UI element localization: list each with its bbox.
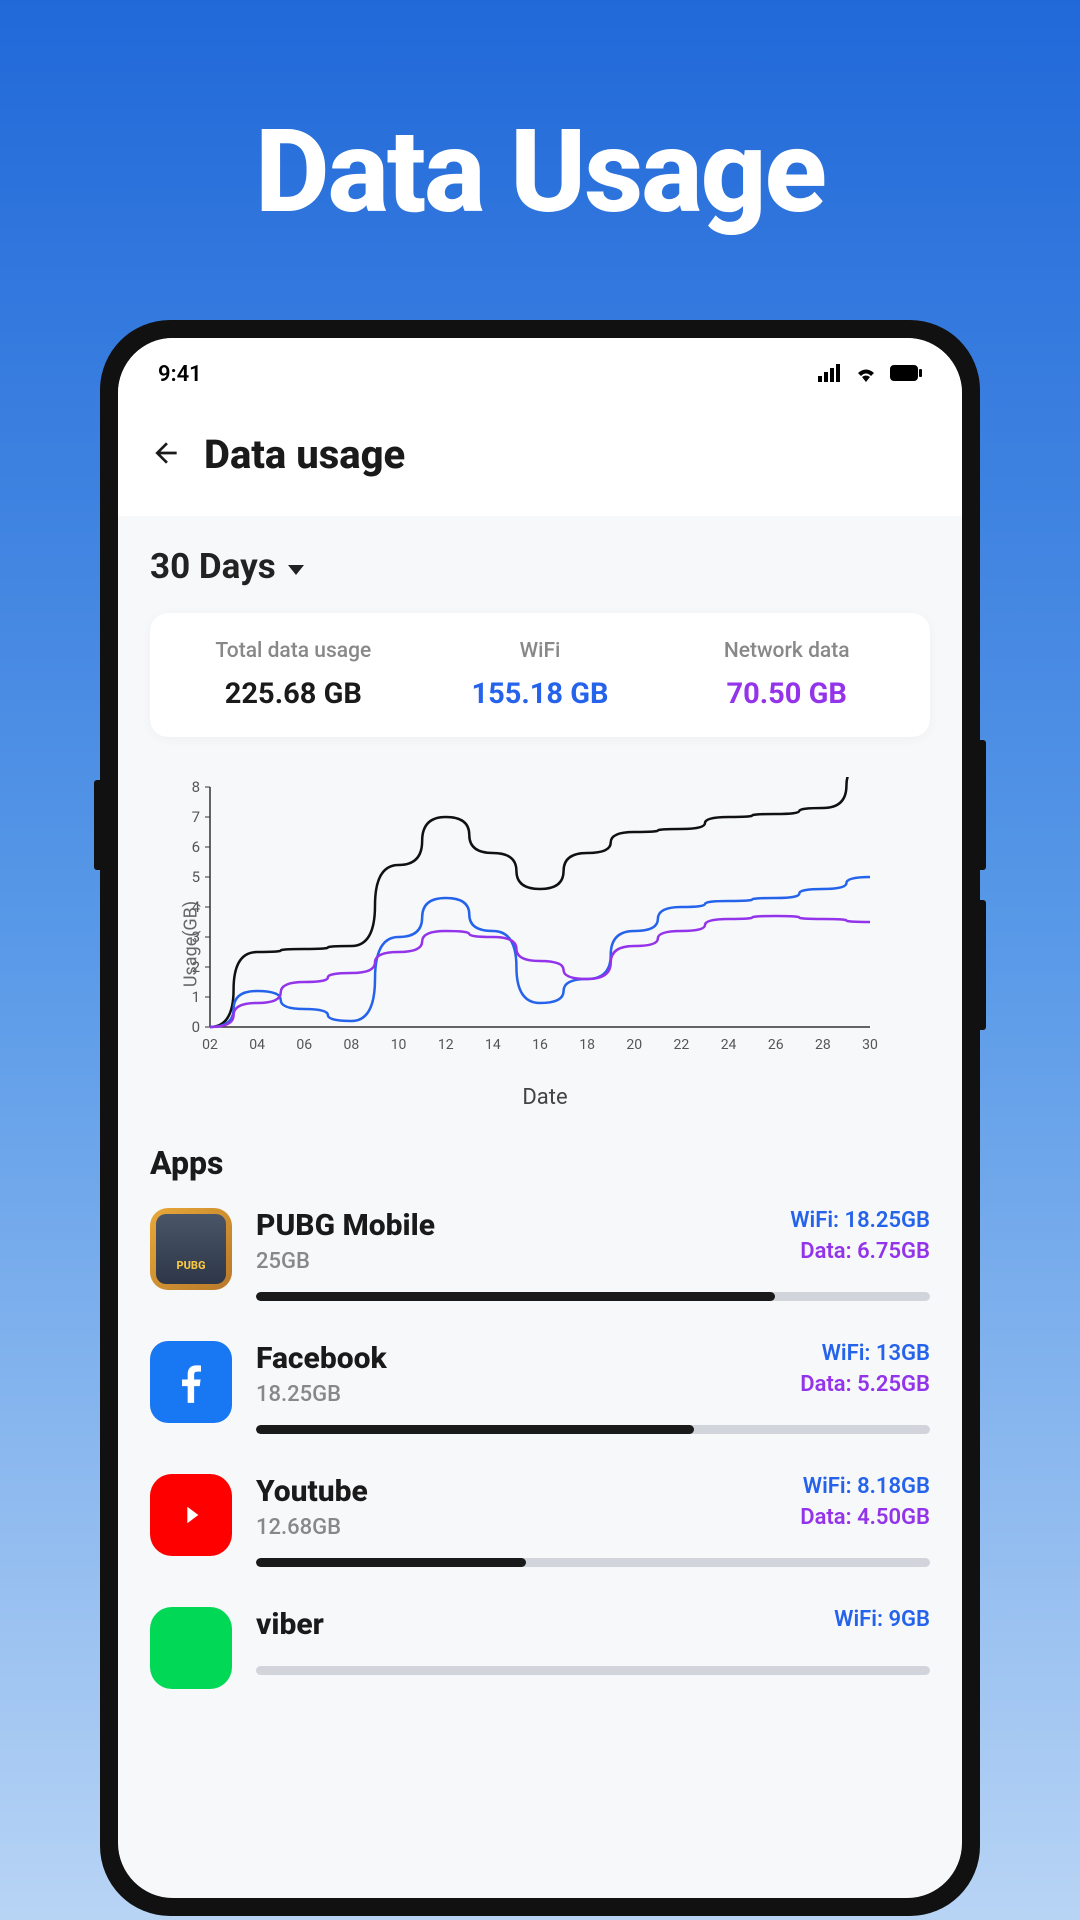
back-button[interactable] — [150, 437, 182, 473]
chart-xlabel: Date — [160, 1085, 930, 1110]
status-time: 9:41 — [158, 362, 202, 387]
svg-text:7: 7 — [192, 808, 200, 826]
app-total: 18.25GB — [256, 1382, 387, 1407]
apps-list: PUBG Mobile 25GB WiFi: 18.25GB Data: 6.7… — [150, 1208, 930, 1689]
summary-network-label: Network data — [663, 639, 910, 663]
progress-bar — [256, 1558, 930, 1567]
app-wifi: WiFi: 8.18GB — [800, 1474, 930, 1499]
app-info: viber WiFi: 9GB — [256, 1607, 930, 1689]
app-info: PUBG Mobile 25GB WiFi: 18.25GB Data: 6.7… — [256, 1208, 930, 1301]
battery-icon — [890, 365, 922, 385]
progress-bar — [256, 1425, 930, 1434]
svg-text:24: 24 — [721, 1037, 737, 1053]
svg-text:0: 0 — [192, 1018, 200, 1036]
app-data: Data: 4.50GB — [800, 1505, 930, 1530]
phone-side-button — [94, 780, 100, 870]
svg-text:08: 08 — [344, 1037, 360, 1053]
svg-text:30: 30 — [862, 1037, 878, 1053]
status-icons — [818, 364, 922, 386]
app-data: Data: 6.75GB — [790, 1239, 930, 1264]
svg-text:8: 8 — [192, 778, 200, 796]
app-info: Facebook 18.25GB WiFi: 13GB Data: 5.25GB — [256, 1341, 930, 1434]
svg-text:10: 10 — [391, 1037, 407, 1053]
hero-title: Data Usage — [0, 0, 1080, 240]
usage-chart: Usage(GB) 012345678020406081012141618202… — [160, 777, 930, 1110]
content-area: 30 Days Total data usage 225.68 GB WiFi … — [118, 516, 962, 1689]
wifi-icon — [854, 364, 878, 386]
app-row[interactable]: Youtube 12.68GB WiFi: 8.18GB Data: 4.50G… — [150, 1474, 930, 1567]
summary-wifi-value: 155.18 GB — [417, 677, 664, 711]
apps-section-title: Apps — [150, 1144, 930, 1182]
summary-network: Network data 70.50 GB — [663, 639, 910, 711]
svg-text:02: 02 — [202, 1037, 218, 1053]
app-name: Facebook — [256, 1341, 387, 1376]
svg-text:28: 28 — [815, 1037, 831, 1053]
period-selector[interactable]: 30 Days — [150, 546, 930, 587]
phone-screen: 9:41 Data usage 30 Days — [118, 338, 962, 1898]
svg-text:20: 20 — [626, 1037, 642, 1053]
app-wifi: WiFi: 18.25GB — [790, 1208, 930, 1233]
svg-text:6: 6 — [192, 838, 200, 856]
svg-text:16: 16 — [532, 1037, 548, 1053]
app-header: Data usage — [118, 401, 962, 516]
app-row[interactable]: PUBG Mobile 25GB WiFi: 18.25GB Data: 6.7… — [150, 1208, 930, 1301]
svg-text:06: 06 — [296, 1037, 312, 1053]
chart-ylabel: Usage(GB) — [181, 900, 202, 986]
app-wifi: WiFi: 9GB — [834, 1607, 930, 1632]
app-row[interactable]: viber WiFi: 9GB — [150, 1607, 930, 1689]
summary-card: Total data usage 225.68 GB WiFi 155.18 G… — [150, 613, 930, 737]
svg-text:26: 26 — [768, 1037, 784, 1053]
page-title: Data usage — [204, 431, 405, 478]
app-total: 12.68GB — [256, 1515, 368, 1540]
status-bar: 9:41 — [118, 338, 962, 401]
progress-fill — [256, 1292, 775, 1301]
svg-text:12: 12 — [438, 1037, 454, 1053]
app-name: Youtube — [256, 1474, 368, 1509]
chevron-down-icon — [288, 565, 304, 575]
svg-text:22: 22 — [674, 1037, 690, 1053]
app-icon-youtube — [150, 1474, 232, 1556]
summary-total-value: 225.68 GB — [170, 677, 417, 711]
app-total: 25GB — [256, 1249, 435, 1274]
svg-text:5: 5 — [192, 868, 200, 886]
app-icon-viber — [150, 1607, 232, 1689]
svg-text:14: 14 — [485, 1037, 501, 1053]
summary-network-value: 70.50 GB — [663, 677, 910, 711]
signal-icon — [818, 364, 842, 386]
period-label: 30 Days — [150, 546, 276, 587]
summary-wifi: WiFi 155.18 GB — [417, 639, 664, 711]
app-row[interactable]: Facebook 18.25GB WiFi: 13GB Data: 5.25GB — [150, 1341, 930, 1434]
chart-svg: 012345678020406081012141618202224262830 — [160, 777, 880, 1067]
app-icon-pubg — [150, 1208, 232, 1290]
app-icon-facebook — [150, 1341, 232, 1423]
app-name: viber — [256, 1607, 324, 1642]
app-data: Data: 5.25GB — [800, 1372, 930, 1397]
progress-fill — [256, 1425, 694, 1434]
progress-bar — [256, 1292, 930, 1301]
summary-total: Total data usage 225.68 GB — [170, 639, 417, 711]
app-wifi: WiFi: 13GB — [800, 1341, 930, 1366]
svg-text:1: 1 — [192, 988, 200, 1006]
phone-side-button — [980, 740, 986, 870]
phone-frame: 9:41 Data usage 30 Days — [100, 320, 980, 1916]
phone-side-button — [980, 900, 986, 1030]
summary-total-label: Total data usage — [170, 639, 417, 663]
svg-text:18: 18 — [579, 1037, 595, 1053]
app-name: PUBG Mobile — [256, 1208, 435, 1243]
svg-text:04: 04 — [249, 1037, 265, 1053]
progress-bar — [256, 1666, 930, 1675]
app-info: Youtube 12.68GB WiFi: 8.18GB Data: 4.50G… — [256, 1474, 930, 1567]
summary-wifi-label: WiFi — [417, 639, 664, 663]
progress-fill — [256, 1558, 526, 1567]
